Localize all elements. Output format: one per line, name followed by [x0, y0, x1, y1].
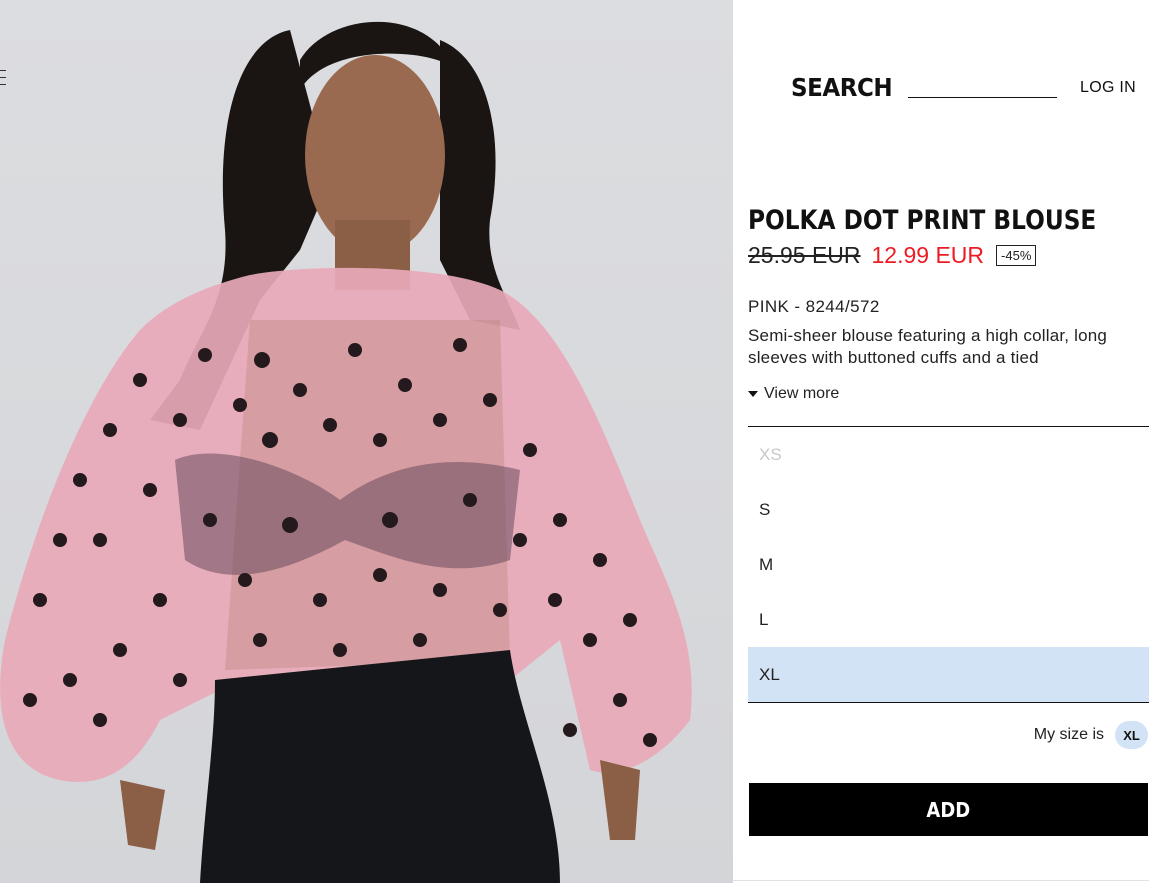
size-option-xs[interactable]: XS — [748, 427, 1149, 482]
color-and-reference: PINK - 8244/572 — [748, 297, 880, 316]
size-label: L — [759, 609, 769, 629]
size-label: S — [759, 499, 771, 519]
view-more-link[interactable]: View more — [748, 385, 839, 403]
add-button-label: ADD — [926, 797, 971, 822]
my-size-indicator: My size is XL — [949, 721, 1149, 749]
price-row: 25.95 EUR 12.99 EUR -45% — [748, 242, 1037, 269]
view-more-label: View more — [764, 385, 840, 402]
size-label: XS — [759, 444, 782, 464]
size-label: XL — [759, 664, 780, 684]
search-input-underline[interactable] — [908, 97, 1057, 98]
product-info-panel: SEARCH LOG IN POLKA DOT PRINT BLOUSE 25.… — [733, 0, 1149, 883]
sale-price: 12.99 EUR — [871, 242, 985, 268]
add-to-cart-button[interactable]: ADD — [749, 783, 1148, 836]
original-price: 25.95 EUR — [748, 242, 861, 268]
hamburger-menu-icon[interactable] — [0, 70, 6, 90]
divider — [733, 880, 1149, 881]
product-title: POLKA DOT PRINT BLOUSE — [748, 205, 1097, 236]
model-wearing-blouse-image — [0, 21, 692, 883]
login-link[interactable]: LOG IN — [1080, 79, 1136, 97]
size-option-s[interactable]: S — [748, 482, 1149, 537]
size-label: M — [759, 554, 774, 574]
size-option-l[interactable]: L — [748, 592, 1149, 647]
search-button[interactable]: SEARCH — [791, 73, 893, 102]
discount-badge: -45% — [996, 245, 1037, 266]
size-selector: XS S M L XL — [748, 426, 1149, 703]
product-description: Semi-sheer blouse featuring a high colla… — [748, 326, 1108, 367]
my-size-chip[interactable]: XL — [1115, 721, 1148, 749]
caret-down-icon — [748, 391, 758, 397]
product-photo[interactable] — [0, 0, 733, 883]
size-option-xl[interactable]: XL — [748, 647, 1149, 702]
my-size-label: My size is — [1033, 726, 1104, 743]
size-option-m[interactable]: M — [748, 537, 1149, 592]
